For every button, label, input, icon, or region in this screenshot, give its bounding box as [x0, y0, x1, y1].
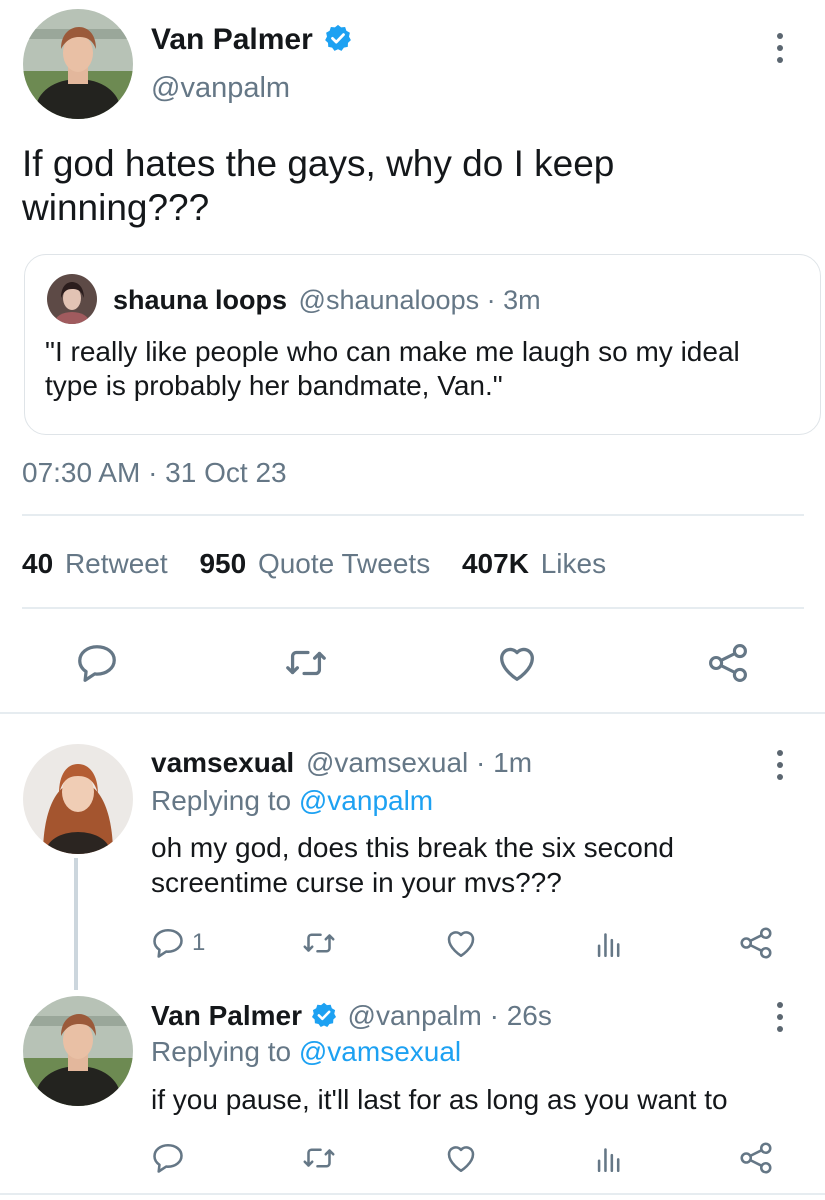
author-name[interactable]: Van Palmer: [151, 23, 313, 56]
reply-text: oh my god, does this break the six secon…: [151, 832, 674, 898]
retweets-stat[interactable]: 40 Retweet: [22, 548, 175, 579]
reply-icon: [150, 925, 186, 961]
thread-line: [74, 858, 78, 990]
verified-badge-icon: [323, 23, 353, 53]
author-handle-time: @vanpalm · 26s: [347, 1000, 552, 1031]
like-icon[interactable]: [494, 640, 540, 686]
analytics-icon[interactable]: [592, 926, 626, 960]
divider: [22, 607, 804, 609]
like-icon[interactable]: [443, 1140, 479, 1176]
quotes-label: Quote Tweets: [257, 548, 431, 579]
reply-count: 1: [192, 929, 206, 956]
replying-to-handle[interactable]: @vamsexual: [299, 1036, 461, 1067]
tweet-stats: 40 Retweet 950 Quote Tweets 407K Likes: [22, 546, 606, 582]
analytics-icon[interactable]: [592, 1141, 626, 1175]
quote-handle-time: @shaunaloops · 3m: [298, 285, 541, 315]
likes-label: Likes: [540, 548, 607, 579]
retweet-icon[interactable]: [283, 640, 329, 686]
share-icon[interactable]: [738, 925, 774, 961]
retweets-count: 40: [22, 548, 54, 579]
replying-to-handle[interactable]: @vanpalm: [299, 785, 433, 816]
avatar[interactable]: [23, 996, 133, 1106]
author-handle-time: @vamsexual · 1m: [306, 747, 533, 778]
tweet-text: If god hates the gays, why do I keep win…: [22, 143, 615, 228]
quotes-count: 950: [199, 548, 247, 579]
share-icon[interactable]: [706, 641, 750, 685]
quoted-tweet[interactable]: shauna loops @shaunaloops · 3m "I really…: [24, 254, 821, 435]
reply-icon: [150, 1140, 186, 1176]
avatar[interactable]: [23, 9, 133, 119]
retweet-icon[interactable]: [301, 925, 337, 961]
more-options-icon[interactable]: [775, 33, 785, 63]
more-options-icon[interactable]: [775, 750, 785, 780]
like-icon[interactable]: [443, 925, 479, 961]
replying-to: Replying to @vanpalm: [151, 784, 433, 818]
tweet-timestamp[interactable]: 07:30 AM · 31 Oct 23: [22, 456, 287, 490]
reply-text: if you pause, it'll last for as long as …: [151, 1084, 728, 1115]
share-icon[interactable]: [738, 1140, 774, 1176]
avatar[interactable]: [23, 744, 133, 854]
replying-to: Replying to @vamsexual: [151, 1035, 461, 1069]
author-handle[interactable]: @vanpalm: [151, 70, 290, 106]
bottom-divider: [0, 1193, 825, 1195]
retweets-label: Retweet: [64, 548, 168, 579]
reply-action[interactable]: 1: [150, 925, 205, 961]
author-name[interactable]: Van Palmer: [151, 1000, 302, 1031]
retweet-icon[interactable]: [301, 1140, 337, 1176]
likes-stat[interactable]: 407K Likes: [462, 548, 606, 579]
divider: [22, 514, 804, 516]
reply-icon[interactable]: [74, 640, 120, 686]
replying-prefix: Replying to: [151, 785, 292, 816]
section-divider: [0, 712, 825, 714]
quotes-stat[interactable]: 950 Quote Tweets: [199, 548, 438, 579]
likes-count: 407K: [461, 548, 529, 579]
replying-prefix: Replying to: [151, 1036, 292, 1067]
more-options-icon[interactable]: [775, 1002, 785, 1032]
verified-badge-icon: [310, 1001, 338, 1029]
avatar: [47, 274, 97, 324]
quote-text: "I really like people who can make me la…: [45, 336, 740, 401]
author-name[interactable]: vamsexual: [151, 747, 294, 778]
reply-action[interactable]: [150, 1140, 192, 1176]
quote-author-name[interactable]: shauna loops: [113, 285, 287, 315]
